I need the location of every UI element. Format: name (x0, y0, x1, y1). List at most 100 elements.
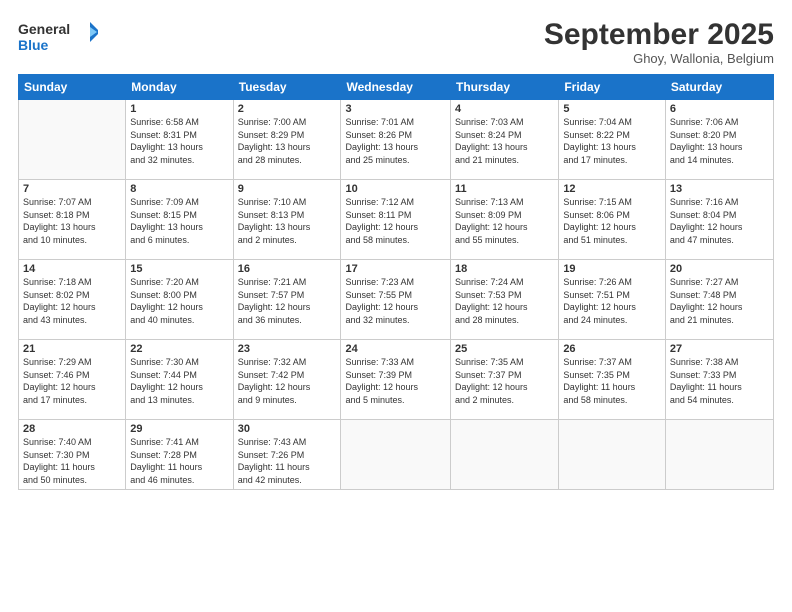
calendar-cell: 24Sunrise: 7:33 AM Sunset: 7:39 PM Dayli… (341, 340, 451, 420)
day-info: Sunrise: 7:26 AM Sunset: 7:51 PM Dayligh… (563, 276, 661, 326)
calendar-cell: 7Sunrise: 7:07 AM Sunset: 8:18 PM Daylig… (19, 180, 126, 260)
day-number: 4 (455, 103, 554, 115)
column-header-sunday: Sunday (19, 75, 126, 100)
calendar-cell (559, 420, 666, 490)
day-info: Sunrise: 7:33 AM Sunset: 7:39 PM Dayligh… (345, 356, 446, 406)
day-info: Sunrise: 7:32 AM Sunset: 7:42 PM Dayligh… (238, 356, 337, 406)
day-number: 17 (345, 263, 446, 275)
week-row-2: 7Sunrise: 7:07 AM Sunset: 8:18 PM Daylig… (19, 180, 774, 260)
day-info: Sunrise: 7:37 AM Sunset: 7:35 PM Dayligh… (563, 356, 661, 406)
calendar-cell: 5Sunrise: 7:04 AM Sunset: 8:22 PM Daylig… (559, 100, 666, 180)
day-info: Sunrise: 7:24 AM Sunset: 7:53 PM Dayligh… (455, 276, 554, 326)
day-info: Sunrise: 7:21 AM Sunset: 7:57 PM Dayligh… (238, 276, 337, 326)
day-info: Sunrise: 7:03 AM Sunset: 8:24 PM Dayligh… (455, 116, 554, 166)
day-info: Sunrise: 7:23 AM Sunset: 7:55 PM Dayligh… (345, 276, 446, 326)
day-info: Sunrise: 7:29 AM Sunset: 7:46 PM Dayligh… (23, 356, 121, 406)
day-info: Sunrise: 7:20 AM Sunset: 8:00 PM Dayligh… (130, 276, 228, 326)
calendar-cell: 3Sunrise: 7:01 AM Sunset: 8:26 PM Daylig… (341, 100, 451, 180)
day-info: Sunrise: 7:13 AM Sunset: 8:09 PM Dayligh… (455, 196, 554, 246)
day-number: 7 (23, 183, 121, 195)
day-number: 5 (563, 103, 661, 115)
calendar-header-row: SundayMondayTuesdayWednesdayThursdayFrid… (19, 75, 774, 100)
day-number: 23 (238, 343, 337, 355)
calendar-cell (19, 100, 126, 180)
calendar-cell: 23Sunrise: 7:32 AM Sunset: 7:42 PM Dayli… (233, 340, 341, 420)
day-info: Sunrise: 7:40 AM Sunset: 7:30 PM Dayligh… (23, 436, 121, 486)
calendar-cell: 27Sunrise: 7:38 AM Sunset: 7:33 PM Dayli… (665, 340, 773, 420)
day-info: Sunrise: 7:15 AM Sunset: 8:06 PM Dayligh… (563, 196, 661, 246)
day-info: Sunrise: 7:01 AM Sunset: 8:26 PM Dayligh… (345, 116, 446, 166)
week-row-4: 21Sunrise: 7:29 AM Sunset: 7:46 PM Dayli… (19, 340, 774, 420)
calendar-cell: 21Sunrise: 7:29 AM Sunset: 7:46 PM Dayli… (19, 340, 126, 420)
day-number: 24 (345, 343, 446, 355)
day-number: 26 (563, 343, 661, 355)
calendar-cell: 19Sunrise: 7:26 AM Sunset: 7:51 PM Dayli… (559, 260, 666, 340)
day-number: 13 (670, 183, 769, 195)
day-number: 30 (238, 423, 337, 435)
calendar-cell: 26Sunrise: 7:37 AM Sunset: 7:35 PM Dayli… (559, 340, 666, 420)
month-title: September 2025 (544, 18, 774, 51)
column-header-wednesday: Wednesday (341, 75, 451, 100)
day-number: 9 (238, 183, 337, 195)
column-header-friday: Friday (559, 75, 666, 100)
day-number: 16 (238, 263, 337, 275)
day-number: 12 (563, 183, 661, 195)
day-number: 21 (23, 343, 121, 355)
week-row-1: 1Sunrise: 6:58 AM Sunset: 8:31 PM Daylig… (19, 100, 774, 180)
day-info: Sunrise: 7:41 AM Sunset: 7:28 PM Dayligh… (130, 436, 228, 486)
calendar-cell (341, 420, 451, 490)
day-number: 3 (345, 103, 446, 115)
calendar-cell: 8Sunrise: 7:09 AM Sunset: 8:15 PM Daylig… (126, 180, 233, 260)
calendar-cell: 13Sunrise: 7:16 AM Sunset: 8:04 PM Dayli… (665, 180, 773, 260)
day-info: Sunrise: 7:06 AM Sunset: 8:20 PM Dayligh… (670, 116, 769, 166)
svg-text:Blue: Blue (18, 37, 49, 53)
day-number: 15 (130, 263, 228, 275)
day-info: Sunrise: 7:30 AM Sunset: 7:44 PM Dayligh… (130, 356, 228, 406)
calendar-cell: 2Sunrise: 7:00 AM Sunset: 8:29 PM Daylig… (233, 100, 341, 180)
day-number: 2 (238, 103, 337, 115)
column-header-thursday: Thursday (451, 75, 559, 100)
day-number: 11 (455, 183, 554, 195)
calendar-cell: 20Sunrise: 7:27 AM Sunset: 7:48 PM Dayli… (665, 260, 773, 340)
calendar-cell: 28Sunrise: 7:40 AM Sunset: 7:30 PM Dayli… (19, 420, 126, 490)
day-number: 18 (455, 263, 554, 275)
column-header-tuesday: Tuesday (233, 75, 341, 100)
day-number: 14 (23, 263, 121, 275)
calendar-cell: 6Sunrise: 7:06 AM Sunset: 8:20 PM Daylig… (665, 100, 773, 180)
calendar-cell: 4Sunrise: 7:03 AM Sunset: 8:24 PM Daylig… (451, 100, 559, 180)
day-info: Sunrise: 7:00 AM Sunset: 8:29 PM Dayligh… (238, 116, 337, 166)
day-number: 27 (670, 343, 769, 355)
day-info: Sunrise: 7:07 AM Sunset: 8:18 PM Dayligh… (23, 196, 121, 246)
calendar-cell (665, 420, 773, 490)
calendar: SundayMondayTuesdayWednesdayThursdayFrid… (18, 74, 774, 490)
day-info: Sunrise: 7:04 AM Sunset: 8:22 PM Dayligh… (563, 116, 661, 166)
calendar-cell: 25Sunrise: 7:35 AM Sunset: 7:37 PM Dayli… (451, 340, 559, 420)
day-number: 1 (130, 103, 228, 115)
location: Ghoy, Wallonia, Belgium (544, 51, 774, 66)
day-number: 29 (130, 423, 228, 435)
day-info: Sunrise: 7:12 AM Sunset: 8:11 PM Dayligh… (345, 196, 446, 246)
day-number: 22 (130, 343, 228, 355)
calendar-cell: 18Sunrise: 7:24 AM Sunset: 7:53 PM Dayli… (451, 260, 559, 340)
calendar-cell (451, 420, 559, 490)
day-info: Sunrise: 7:27 AM Sunset: 7:48 PM Dayligh… (670, 276, 769, 326)
day-info: Sunrise: 7:35 AM Sunset: 7:37 PM Dayligh… (455, 356, 554, 406)
day-info: Sunrise: 7:43 AM Sunset: 7:26 PM Dayligh… (238, 436, 337, 486)
calendar-body: 1Sunrise: 6:58 AM Sunset: 8:31 PM Daylig… (19, 100, 774, 490)
calendar-cell: 15Sunrise: 7:20 AM Sunset: 8:00 PM Dayli… (126, 260, 233, 340)
calendar-cell: 16Sunrise: 7:21 AM Sunset: 7:57 PM Dayli… (233, 260, 341, 340)
day-number: 6 (670, 103, 769, 115)
day-number: 8 (130, 183, 228, 195)
day-number: 25 (455, 343, 554, 355)
day-number: 19 (563, 263, 661, 275)
day-info: Sunrise: 7:09 AM Sunset: 8:15 PM Dayligh… (130, 196, 228, 246)
week-row-3: 14Sunrise: 7:18 AM Sunset: 8:02 PM Dayli… (19, 260, 774, 340)
day-info: Sunrise: 6:58 AM Sunset: 8:31 PM Dayligh… (130, 116, 228, 166)
day-info: Sunrise: 7:18 AM Sunset: 8:02 PM Dayligh… (23, 276, 121, 326)
column-header-monday: Monday (126, 75, 233, 100)
day-number: 28 (23, 423, 121, 435)
day-info: Sunrise: 7:16 AM Sunset: 8:04 PM Dayligh… (670, 196, 769, 246)
calendar-cell: 17Sunrise: 7:23 AM Sunset: 7:55 PM Dayli… (341, 260, 451, 340)
day-number: 10 (345, 183, 446, 195)
calendar-cell: 10Sunrise: 7:12 AM Sunset: 8:11 PM Dayli… (341, 180, 451, 260)
